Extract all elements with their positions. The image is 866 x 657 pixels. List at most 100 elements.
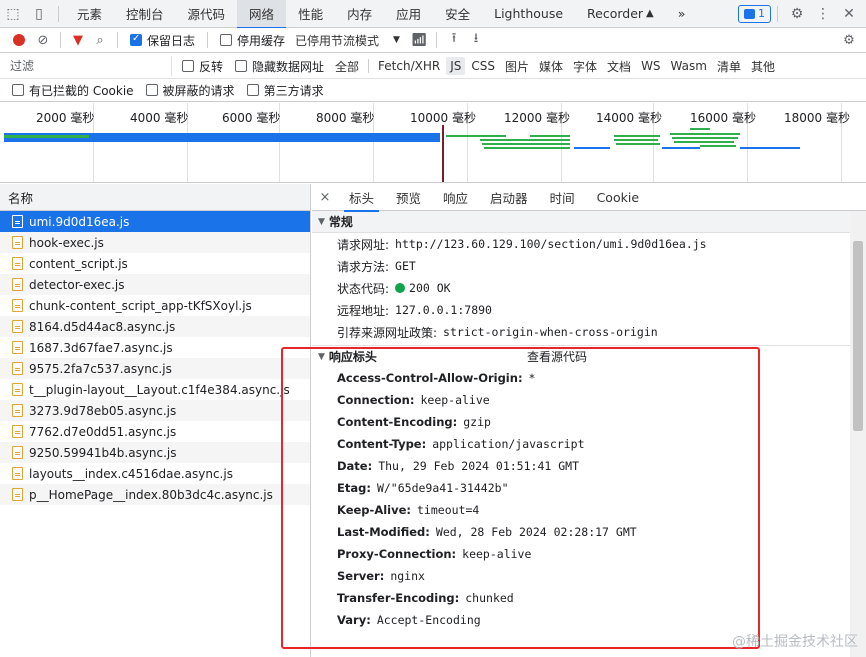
request-name: 9575.2fa7c537.async.js: [29, 361, 172, 376]
details-tab[interactable]: 时间: [539, 184, 586, 211]
search-icon[interactable]: ⌕: [89, 29, 111, 51]
type-filter-3[interactable]: CSS: [467, 57, 499, 75]
field-key: 引荐来源网址政策:: [337, 325, 438, 340]
invert-checkbox[interactable]: 反转: [182, 58, 223, 75]
details-tab[interactable]: 标头: [338, 184, 385, 212]
response-header-row: Last-Modified: Wed, 28 Feb 2024 02:28:17 …: [312, 521, 866, 543]
panel-tab[interactable]: 内存: [335, 0, 384, 28]
export-har-icon[interactable]: ⭳: [465, 29, 487, 51]
panel-tab[interactable]: 性能: [286, 0, 335, 28]
request-row[interactable]: umi.9d0d16ea.js: [0, 211, 310, 232]
type-filter-7[interactable]: 文档: [603, 56, 635, 77]
type-filter-2[interactable]: JS: [446, 57, 466, 75]
issues-badge[interactable]: 1: [738, 4, 771, 23]
panel-tab-label: »: [677, 6, 686, 21]
timeline-overview[interactable]: 2000 毫秒 4000 毫秒 6000 毫秒 8000 毫秒 10000 毫秒 1200…: [0, 103, 866, 183]
blocked-cookies-checkbox[interactable]: 有已拦截的 Cookie: [12, 82, 134, 99]
panel-tab[interactable]: 安全: [433, 0, 482, 28]
inspect-element-icon[interactable]: ⬚: [0, 0, 26, 28]
divider: [117, 32, 118, 48]
type-filter-9[interactable]: Wasm: [667, 57, 711, 75]
checkbox-icon: [12, 84, 24, 96]
hide-data-urls-checkbox[interactable]: 隐藏数据网址: [235, 58, 324, 75]
details-tab[interactable]: Cookie: [586, 184, 650, 211]
type-filter-1[interactable]: Fetch/XHR: [374, 57, 444, 75]
clear-icon[interactable]: ⊘: [32, 29, 54, 51]
response-headers-section-header[interactable]: ▼ 响应标头 查看源代码: [312, 345, 866, 367]
record-icon[interactable]: [13, 34, 25, 46]
request-row[interactable]: 9250.59941b4b.async.js: [0, 442, 310, 463]
request-row[interactable]: content_script.js: [0, 253, 310, 274]
request-row[interactable]: chunk-content_script_app-tKfSXoyl.js: [0, 295, 310, 316]
request-row[interactable]: p__HomePage__index.80b3dc4c.async.js: [0, 484, 310, 505]
response-header-row: Proxy-Connection: keep-alive: [312, 543, 866, 565]
request-row[interactable]: t__plugin-layout__Layout.c1f4e384.async.…: [0, 379, 310, 400]
preserve-log-checkbox[interactable]: 保留日志: [130, 32, 195, 49]
panel-tab[interactable]: 应用: [384, 0, 433, 28]
panel-tab[interactable]: 元素: [65, 0, 114, 28]
request-name: detector-exec.js: [29, 277, 125, 292]
details-tab[interactable]: 启动器: [479, 184, 539, 211]
panel-tab[interactable]: 源代码: [176, 0, 238, 28]
request-filter-row: 有已拦截的 Cookie 被屏蔽的请求 第三方请求: [0, 79, 866, 102]
close-devtools-icon[interactable]: ✕: [836, 0, 862, 28]
disable-cache-checkbox[interactable]: 停用缓存: [220, 32, 285, 49]
request-rows: umi.9d0d16ea.js hook-exec.js content_scrip…: [0, 211, 310, 505]
request-name: 1687.3d67fae7.async.js: [29, 340, 173, 355]
details-tab[interactable]: 响应: [432, 184, 479, 211]
name-column-header[interactable]: 名称: [0, 184, 310, 211]
details-scrollbar[interactable]: [850, 211, 866, 657]
close-details-icon[interactable]: ×: [312, 190, 338, 205]
timeline-request-bar: [674, 141, 734, 143]
details-tab[interactable]: 预览: [385, 184, 432, 211]
request-row[interactable]: 3273.9d78eb05.async.js: [0, 400, 310, 421]
panel-tab[interactable]: 控制台: [114, 0, 176, 28]
view-source-link[interactable]: 查看源代码: [527, 348, 587, 365]
type-filter-11[interactable]: 其他: [747, 56, 779, 77]
request-name: layouts__index.c4516dae.async.js: [29, 466, 233, 481]
js-file-icon: [12, 320, 23, 333]
network-conditions-icon[interactable]: 📶︎: [408, 29, 430, 51]
panel-tab[interactable]: 网络: [237, 0, 287, 29]
field-value: GET: [395, 259, 416, 273]
type-filter-8[interactable]: WS: [637, 57, 664, 75]
js-file-icon: [12, 257, 23, 270]
type-filter-10[interactable]: 清单: [713, 56, 745, 77]
request-row[interactable]: hook-exec.js: [0, 232, 310, 253]
request-row[interactable]: 7762.d7e0dd51.async.js: [0, 421, 310, 442]
type-filter-0[interactable]: 全部: [331, 56, 363, 77]
request-row[interactable]: 9575.2fa7c537.async.js: [0, 358, 310, 379]
response-header-row: Content-Type: application/javascript: [312, 433, 866, 455]
request-row[interactable]: 8164.d5d44ac8.async.js: [0, 316, 310, 337]
filter-input[interactable]: [0, 56, 172, 76]
type-filter-5[interactable]: 媒体: [535, 56, 567, 77]
request-row[interactable]: 1687.3d67fae7.async.js: [0, 337, 310, 358]
panel-tab[interactable]: Lighthouse: [482, 0, 575, 28]
more-options-icon[interactable]: ⋮: [810, 0, 836, 28]
timeline-request-bar: [4, 135, 89, 138]
timeline-tick-label: 14000 毫秒: [596, 111, 662, 125]
filter-icon[interactable]: ▼: [67, 29, 89, 51]
request-details: × 标头 预览 响应 启动器 时间 Cookie ▼ 常规 请求网址: http://123…: [312, 184, 866, 657]
type-filter-6[interactable]: 字体: [569, 56, 601, 77]
header-name: Server:: [337, 569, 385, 583]
request-row[interactable]: detector-exec.js: [0, 274, 310, 295]
blocked-requests-checkbox[interactable]: 被屏蔽的请求: [145, 82, 235, 99]
request-row[interactable]: layouts__index.c4516dae.async.js: [0, 463, 310, 484]
panel-tab[interactable]: »: [666, 0, 698, 28]
throttling-select[interactable]: 已停用节流模式 ▼: [295, 32, 400, 49]
settings-gear-icon[interactable]: ⚙: [784, 0, 810, 28]
issues-count: 1: [758, 7, 765, 20]
device-toolbar-icon[interactable]: ▯: [26, 0, 52, 28]
import-har-icon[interactable]: ⭱: [443, 29, 465, 51]
third-party-checkbox[interactable]: 第三方请求: [246, 82, 324, 99]
network-settings-gear-icon[interactable]: ⚙: [838, 29, 860, 51]
panel-tab[interactable]: Recorder ▲: [575, 0, 666, 28]
general-section-header[interactable]: ▼ 常规: [312, 211, 866, 233]
js-file-icon: [12, 425, 23, 438]
name-column-label: 名称: [8, 190, 34, 206]
scrollbar-thumb[interactable]: [853, 241, 863, 431]
header-name: Proxy-Connection:: [337, 547, 457, 561]
panel-tab-label: 安全: [445, 7, 471, 22]
type-filter-4[interactable]: 图片: [501, 56, 533, 77]
